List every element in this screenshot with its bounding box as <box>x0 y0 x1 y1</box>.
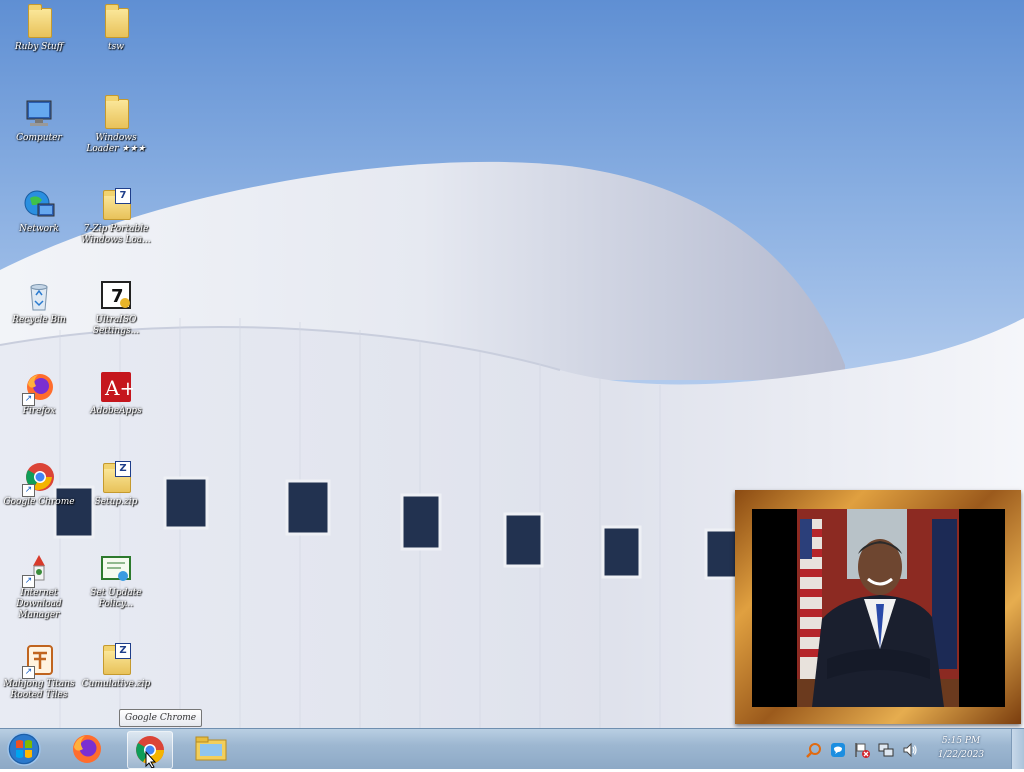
desktop-icon-update-policy[interactable]: Set Update Policy... <box>78 552 154 610</box>
shortcut-arrow-icon: ↗ <box>22 484 35 497</box>
desktop-icon-label: Computer <box>16 133 62 143</box>
desktop-icon-computer[interactable]: Computer <box>1 97 77 144</box>
chrome-icon: ↗ <box>22 461 56 497</box>
archive-folder-icon: 7 <box>99 188 133 222</box>
desktop-icon-windows-loader[interactable]: Windows Loader ★★★ <box>78 95 154 155</box>
show-desktop-button[interactable] <box>1011 729 1024 769</box>
desktop-icon-firefox[interactable]: ↗ Firefox <box>1 370 77 417</box>
certificate-icon <box>99 552 133 586</box>
desktop-icon-label: Set Update Policy... <box>90 588 142 609</box>
desktop-icon-label: Network <box>19 224 59 234</box>
taskbar-explorer-button[interactable] <box>189 731 233 767</box>
chat-bubble-icon[interactable] <box>830 742 846 758</box>
desktop-icon-tsw[interactable]: tsw <box>78 4 154 53</box>
desktop-icon-label: Internet Download Manager <box>16 588 62 620</box>
firefox-icon: ↗ <box>22 370 56 406</box>
seven-app-icon: 7 <box>99 279 133 313</box>
desktop-icon-mahjong[interactable]: ↗ Mahjong Titans Rooted Tiles <box>1 643 77 701</box>
shortcut-arrow-icon: ↗ <box>22 666 35 679</box>
desktop-icon-label: Cumulative.zip <box>81 679 151 689</box>
volume-icon[interactable] <box>902 742 918 758</box>
desktop-icon-label: Windows Loader ★★★ <box>86 133 146 154</box>
windows-start-orb-icon <box>7 732 41 766</box>
desktop-icon-adobe-apps[interactable]: A+ AdobeApps <box>78 370 154 417</box>
desktop-icon-label: Mahjong Titans Rooted Tiles <box>3 679 75 700</box>
folder-icon <box>22 4 56 40</box>
adobe-acrobat-icon: A+ <box>99 370 136 404</box>
framed-portrait-photo <box>752 509 1005 707</box>
desktop-icon-label: Firefox <box>22 406 56 416</box>
shortcut-arrow-icon: ↗ <box>22 393 35 406</box>
desktop-icon-label: Setup.zip <box>94 497 138 507</box>
firefox-icon <box>73 735 101 763</box>
action-center-flag-icon[interactable] <box>854 742 870 758</box>
desktop-icon-label: AdobeApps <box>90 406 142 416</box>
zip-folder-icon: Z <box>99 461 133 495</box>
desktop-icon-label: 7-Zip Portable Windows Loa... <box>81 224 151 245</box>
clock-time: 5:15 PM <box>941 736 981 746</box>
taskbar-chrome-button[interactable] <box>127 731 173 769</box>
desktop-background: Ruby Stuff Computer Network Recycle Bin … <box>0 0 1024 728</box>
network-icon[interactable] <box>878 742 894 758</box>
folder-icon <box>195 736 227 761</box>
desktop-icon-cumulative-zip[interactable]: Z Cumulative.zip <box>78 643 154 690</box>
download-manager-icon: ↗ <box>22 552 56 588</box>
desktop-icon-setup-zip[interactable]: Z Setup.zip <box>78 461 154 508</box>
desktop-icon-label: tsw <box>108 42 124 52</box>
mahjong-tile-icon: ↗ <box>22 643 56 679</box>
zip-folder-icon: Z <box>99 643 133 677</box>
network-globe-icon <box>22 188 56 222</box>
taskbar-tooltip: Google Chrome <box>119 709 203 727</box>
taskbar: 5:15 PM 1/22/2023 <box>0 728 1024 769</box>
shortcut-arrow-icon: ↗ <box>22 575 35 588</box>
start-button[interactable] <box>4 731 48 767</box>
search-magnifier-icon[interactable] <box>806 742 822 758</box>
desktop-icon-ruby-stuff[interactable]: Ruby Stuff <box>1 4 77 53</box>
desktop-icon-label: UltraISO Settings... <box>92 315 140 336</box>
svg-text:A+: A+ <box>104 376 133 400</box>
computer-icon <box>22 97 56 131</box>
clock-date: 1/22/2023 <box>937 750 985 760</box>
desktop-icon-label: Recycle Bin <box>12 315 66 325</box>
folder-icon <box>99 4 133 40</box>
desktop-icon-internet-download-manager[interactable]: ↗ Internet Download Manager <box>1 552 77 621</box>
taskbar-firefox-button[interactable] <box>64 731 108 767</box>
desktop-icon-google-chrome[interactable]: ↗ Google Chrome <box>1 461 77 508</box>
desktop-icon-label: Ruby Stuff <box>14 42 64 52</box>
photo-frame-gadget[interactable] <box>735 490 1021 724</box>
folder-icon <box>99 95 133 131</box>
chrome-icon <box>136 736 164 769</box>
desktop-icon-label: Google Chrome <box>3 497 75 507</box>
taskbar-clock[interactable]: 5:15 PM 1/22/2023 <box>926 734 996 762</box>
desktop-icon-recycle-bin[interactable]: Recycle Bin <box>1 279 77 326</box>
desktop-icon-seven-app[interactable]: 7 UltraISO Settings... <box>78 279 154 337</box>
desktop-icon-network[interactable]: Network <box>1 188 77 235</box>
desktop-icon-7zip-archive[interactable]: 7 7-Zip Portable Windows Loa... <box>78 188 154 246</box>
recycle-bin-icon <box>22 279 56 313</box>
